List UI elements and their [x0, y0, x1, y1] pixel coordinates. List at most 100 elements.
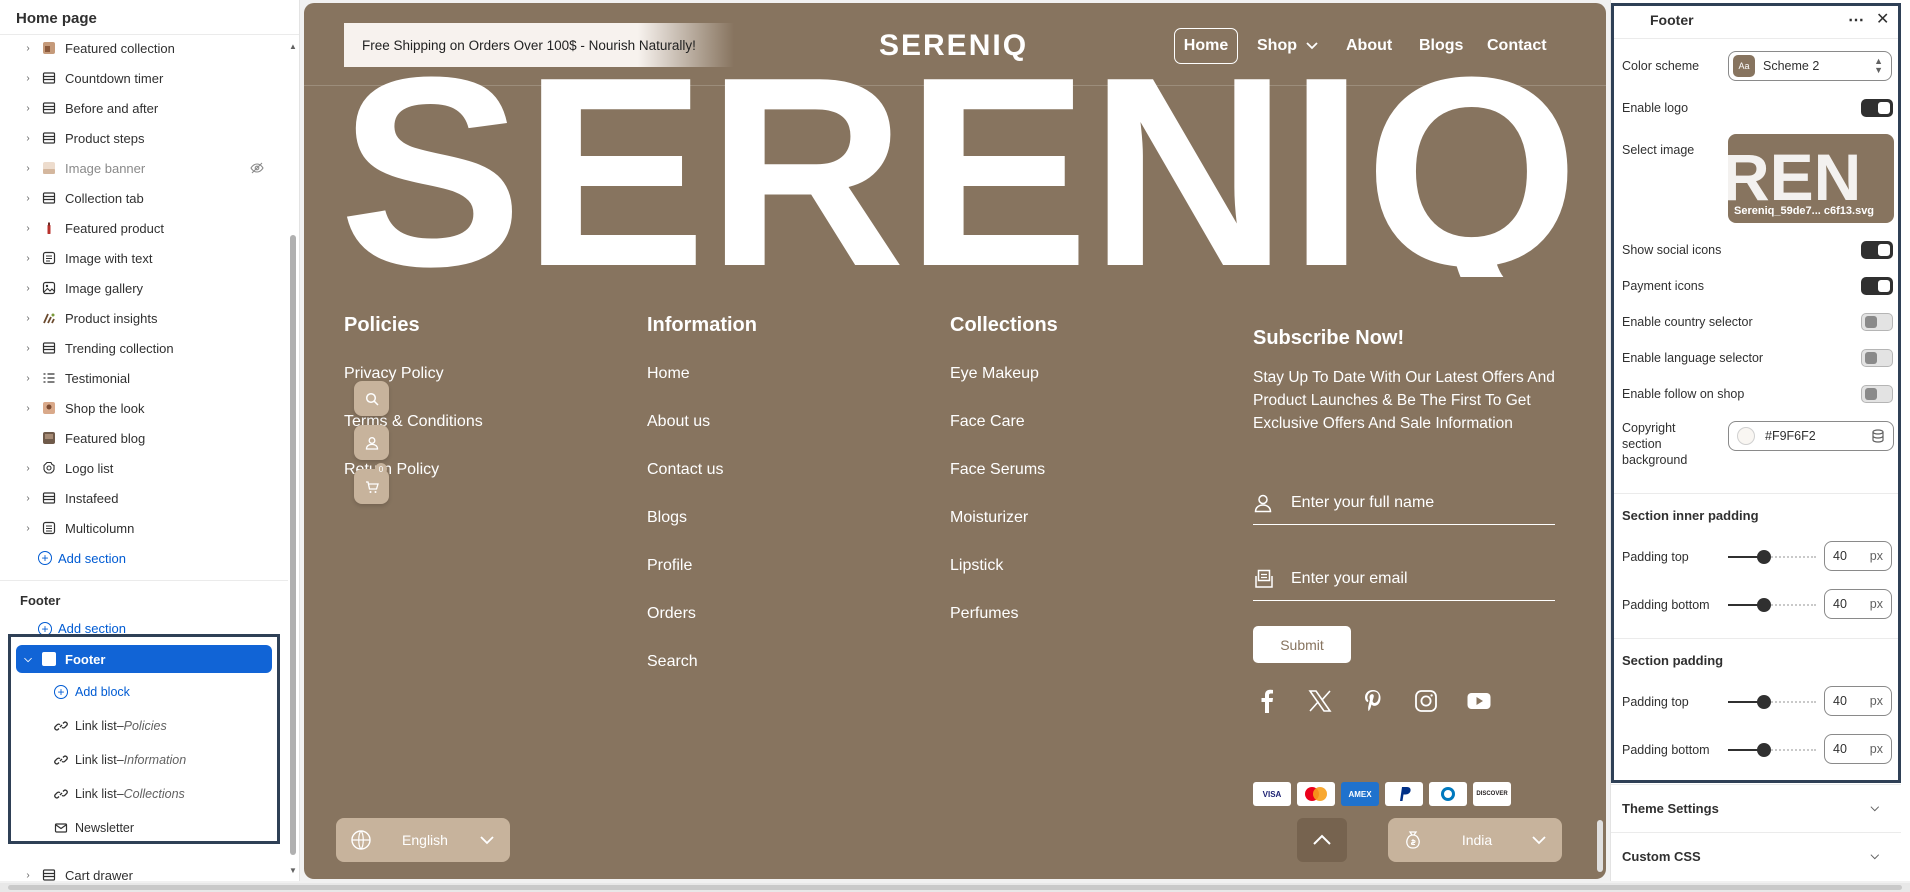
inner-padding-top-slider[interactable]: [1728, 549, 1816, 565]
country-selector[interactable]: India: [1388, 818, 1562, 862]
chevron-right-icon[interactable]: ›: [22, 493, 34, 504]
add-section-link[interactable]: + Add section: [38, 551, 126, 566]
sidebar-item-countdown-timer[interactable]: › Countdown timer: [0, 63, 288, 93]
slider-knob[interactable]: [1757, 550, 1771, 564]
close-icon[interactable]: ✕: [1876, 9, 1889, 29]
sidebar-item-logo-list[interactable]: › Logo list: [0, 453, 288, 483]
chevron-right-icon[interactable]: ›: [22, 223, 34, 234]
facebook-icon[interactable]: [1254, 688, 1280, 714]
chevron-right-icon[interactable]: ›: [22, 313, 34, 324]
submit-button[interactable]: Submit: [1253, 626, 1351, 663]
sidebar-item-shop-the-look[interactable]: › Shop the look: [0, 393, 288, 423]
horizontal-scrollbar[interactable]: [0, 883, 1910, 892]
more-options-icon[interactable]: ⋯: [1848, 10, 1865, 30]
scrollbar-thumb[interactable]: [8, 885, 1902, 890]
section-padding-top-slider[interactable]: [1728, 694, 1816, 710]
scrollbar-thumb[interactable]: [290, 235, 296, 855]
sidebar-item-product-insights[interactable]: › Product insights: [0, 303, 288, 333]
nav-about[interactable]: About: [1346, 28, 1392, 64]
chevron-right-icon[interactable]: ›: [22, 103, 34, 114]
enable-logo-toggle[interactable]: [1861, 99, 1893, 117]
language-selector[interactable]: English: [336, 818, 510, 862]
image-picker[interactable]: REN Sereniq_59de7... c6f13.svg: [1728, 134, 1894, 223]
sidebar-item-image-gallery[interactable]: › Image gallery: [0, 273, 288, 303]
chevron-right-icon[interactable]: ›: [22, 163, 34, 174]
database-icon[interactable]: [1871, 429, 1885, 443]
information-link[interactable]: About us: [647, 413, 710, 431]
sidebar-item-collection-tab[interactable]: › Collection tab: [0, 183, 288, 213]
back-to-top-button[interactable]: [1297, 818, 1347, 862]
sidebar-item-featured-product[interactable]: › Featured product: [0, 213, 288, 243]
information-link[interactable]: Profile: [647, 557, 692, 575]
x-icon[interactable]: [1307, 688, 1333, 714]
information-link[interactable]: Contact us: [647, 461, 723, 479]
cart-button[interactable]: 0: [354, 463, 389, 504]
add-section-button[interactable]: + Add section: [0, 543, 288, 573]
sidebar-item-featured-blog[interactable]: Featured blog: [0, 423, 288, 453]
slider-knob[interactable]: [1757, 695, 1771, 709]
instagram-icon[interactable]: [1413, 688, 1439, 714]
chevron-right-icon[interactable]: ›: [22, 373, 34, 384]
collections-link[interactable]: Face Serums: [950, 461, 1045, 479]
account-button[interactable]: [354, 425, 389, 460]
nav-blogs[interactable]: Blogs: [1419, 28, 1463, 64]
sidebar-item-featured-collection[interactable]: › Featured collection: [0, 33, 288, 63]
sidebar-item-multicolumn[interactable]: › Multicolumn: [0, 513, 288, 543]
sidebar-scrollbar[interactable]: ▲ ▼: [289, 40, 297, 876]
nav-contact[interactable]: Contact: [1487, 28, 1547, 64]
sidebar-item-trending-collection[interactable]: › Trending collection: [0, 333, 288, 363]
information-link[interactable]: Blogs: [647, 509, 687, 527]
country-selector-toggle[interactable]: [1861, 313, 1893, 331]
eye-off-icon[interactable]: [250, 161, 264, 175]
scroll-up-icon[interactable]: ▲: [289, 42, 297, 51]
sidebar-item-cart-drawer[interactable]: › Cart drawer: [0, 861, 288, 882]
sidebar-item-testimonial[interactable]: › Testimonial: [0, 363, 288, 393]
chevron-right-icon[interactable]: ›: [22, 343, 34, 354]
chevron-right-icon[interactable]: ›: [22, 463, 34, 474]
chevron-right-icon[interactable]: ›: [22, 403, 34, 414]
inner-padding-bottom-slider[interactable]: [1728, 597, 1816, 613]
youtube-icon[interactable]: [1466, 688, 1492, 714]
follow-on-shop-toggle[interactable]: [1861, 385, 1893, 403]
sidebar-item-before-and-after[interactable]: › Before and after: [0, 93, 288, 123]
slider-knob[interactable]: [1757, 743, 1771, 757]
custom-css-accordion[interactable]: Custom CSS ⌵: [1611, 832, 1901, 880]
nav-home[interactable]: Home: [1174, 28, 1238, 64]
chevron-right-icon[interactable]: ›: [22, 193, 34, 204]
header-logo[interactable]: SERENIQ: [879, 29, 1028, 63]
chevron-right-icon[interactable]: ›: [22, 43, 34, 54]
email-input[interactable]: Enter your email: [1253, 557, 1555, 601]
chevron-right-icon[interactable]: ›: [22, 253, 34, 264]
chevron-right-icon[interactable]: ›: [22, 133, 34, 144]
section-padding-bottom-input[interactable]: 40 px: [1824, 734, 1892, 764]
collections-link[interactable]: Eye Makeup: [950, 365, 1039, 383]
show-social-toggle[interactable]: [1861, 241, 1893, 259]
information-link[interactable]: Home: [647, 365, 690, 383]
inner-padding-top-input[interactable]: 40 px: [1824, 541, 1892, 571]
color-scheme-select[interactable]: Aa Scheme 2 ▲ ▼: [1728, 51, 1892, 81]
collections-link[interactable]: Perfumes: [950, 605, 1018, 623]
nav-shop[interactable]: Shop: [1257, 28, 1319, 64]
section-padding-top-input[interactable]: 40 px: [1824, 686, 1892, 716]
collections-link[interactable]: Moisturizer: [950, 509, 1028, 527]
chevron-right-icon[interactable]: ›: [22, 870, 34, 881]
collections-link[interactable]: Face Care: [950, 413, 1025, 431]
color-swatch[interactable]: [1737, 427, 1755, 445]
theme-settings-accordion[interactable]: Theme Settings ⌵: [1611, 784, 1901, 832]
inner-padding-bottom-input[interactable]: 40 px: [1824, 589, 1892, 619]
section-padding-bottom-slider[interactable]: [1728, 742, 1816, 758]
name-input[interactable]: Enter your full name: [1253, 481, 1555, 525]
sidebar-item-image-with-text[interactable]: › Image with text: [0, 243, 288, 273]
slider-knob[interactable]: [1757, 598, 1771, 612]
search-button[interactable]: [354, 381, 389, 416]
sidebar-item-product-steps[interactable]: › Product steps: [0, 123, 288, 153]
chevron-right-icon[interactable]: ›: [22, 73, 34, 84]
sidebar-item-image-banner[interactable]: › Image banner: [0, 153, 288, 183]
payment-icons-toggle[interactable]: [1861, 277, 1893, 295]
sidebar-item-instafeed[interactable]: › Instafeed: [0, 483, 288, 513]
language-selector-toggle[interactable]: [1861, 349, 1893, 367]
preview-scrollbar[interactable]: [1597, 820, 1603, 872]
scroll-down-icon[interactable]: ▼: [289, 866, 297, 875]
copyright-color-field[interactable]: #F9F6F2: [1728, 421, 1894, 451]
information-link[interactable]: Orders: [647, 605, 696, 623]
